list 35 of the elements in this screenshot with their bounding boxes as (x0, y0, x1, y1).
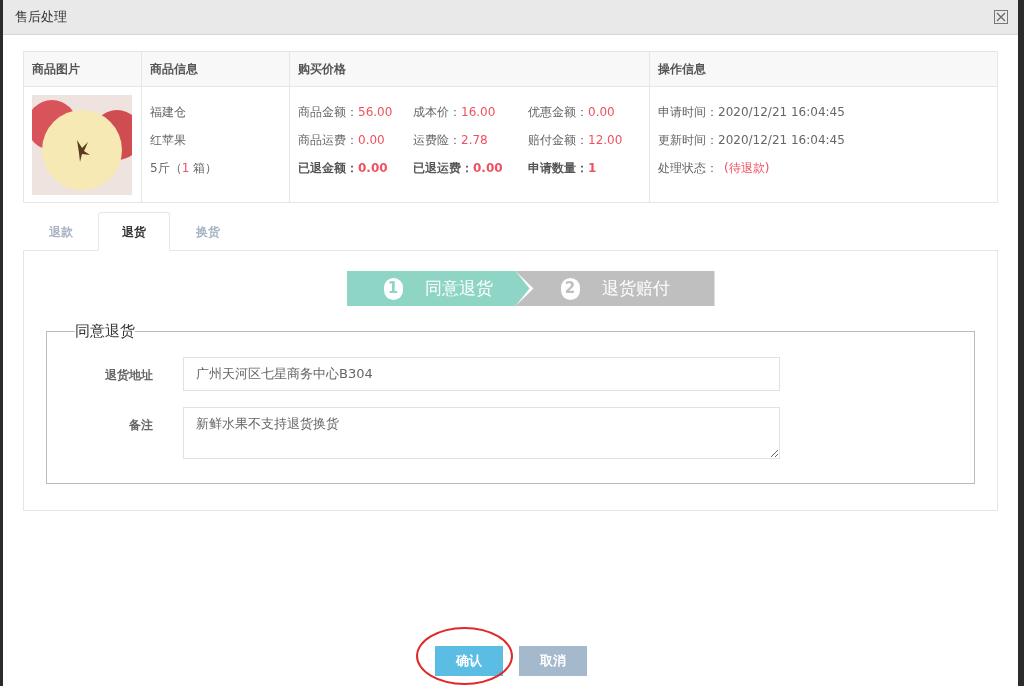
step-number: 1 (383, 277, 403, 300)
price-item: 优惠金额：0.00 (528, 104, 616, 121)
price-item: 已退运费：0.00 (413, 160, 504, 177)
input-field[interactable]: 广州天河区七星商务中心B304 (183, 356, 780, 391)
tab[interactable]: 换货 (170, 212, 245, 251)
price-item: 赔付金额：12.00 (528, 132, 624, 149)
tab[interactable]: 退款 (23, 212, 98, 251)
step-label: 退货赔付 (601, 276, 670, 300)
step-label: 同意退货 (424, 276, 493, 300)
textarea-field[interactable]: 新鲜水果不支持退货换货 (183, 406, 780, 459)
tab[interactable]: 退货 (98, 212, 170, 251)
column-header: 操作信息 (658, 61, 706, 78)
price-item: 商品金额：56.00 (298, 104, 394, 121)
dialog-button[interactable]: 取消 (518, 646, 587, 676)
dialog-button[interactable]: 确认 (434, 646, 503, 676)
operation-info: 更新时间：2020/12/21 16:04:45 (658, 132, 846, 149)
form-legend: 同意退货 (75, 320, 135, 343)
price-item: 已退金额：0.00 (298, 160, 389, 177)
close-icon[interactable] (994, 10, 1008, 24)
price-item: 成本价：16.00 (413, 104, 497, 121)
window-title: 售后处理 (15, 8, 67, 27)
product-quantity: 5斤（1 箱） (150, 160, 219, 177)
step-number: 2 (560, 277, 580, 300)
column-header: 商品信息 (150, 61, 198, 78)
product-info-text: 福建仓 (150, 104, 187, 121)
operation-info: 申请时间：2020/12/21 16:04:45 (658, 104, 846, 121)
price-item: 商品运费：0.00 (298, 132, 386, 149)
product-info-text: 红苹果 (150, 132, 187, 149)
field-label: 备注 (128, 416, 154, 434)
operation-info: 处理状态： (待退款) (658, 160, 771, 177)
column-header: 商品图片 (32, 61, 80, 78)
field-label: 退货地址 (104, 366, 154, 384)
price-item: 申请数量：1 (528, 160, 598, 177)
price-item: 运费险：2.78 (413, 132, 489, 149)
column-header: 购买价格 (298, 61, 346, 78)
